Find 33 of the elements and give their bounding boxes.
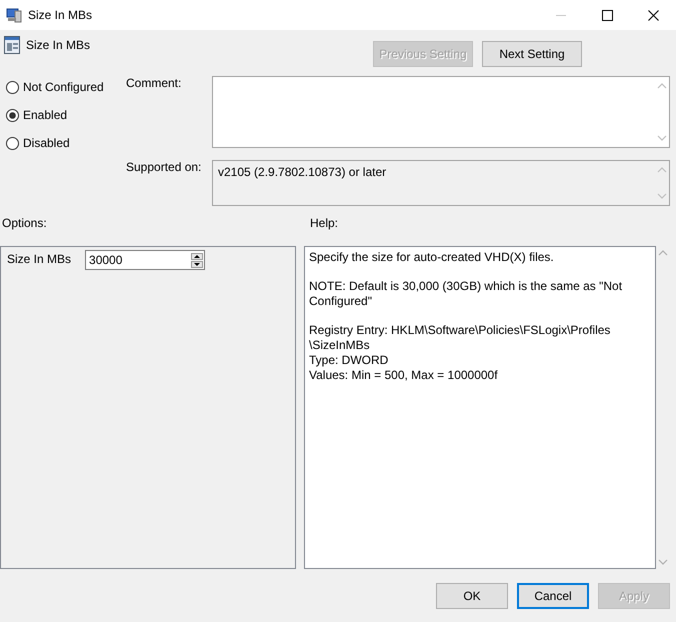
scroll-down-icon <box>658 559 668 565</box>
dialog-button[interactable]: Cancel <box>517 583 589 609</box>
policy-icon <box>4 36 20 54</box>
size-label: Size In MBs <box>7 252 72 266</box>
scroll-up-icon <box>657 83 667 89</box>
supported-on-label: Supported on: <box>126 160 202 176</box>
scroll-up-icon <box>658 250 668 256</box>
window-title: Size In MBs <box>28 8 92 22</box>
supported-on-field: v2105 (2.9.7802.10873) or later <box>212 160 670 206</box>
comment-field[interactable] <box>212 76 670 148</box>
scroll-down-icon <box>657 135 667 141</box>
radio-option[interactable]: Not Configured <box>6 80 104 94</box>
help-text: Values: Min = 500, Max = 1000000f <box>309 368 499 383</box>
help-text: \SizeInMBs <box>309 338 371 353</box>
size-input-field[interactable]: 30000 <box>85 250 206 270</box>
setting-name: Size In MBs <box>26 38 90 52</box>
help-text: Type: DWORD <box>309 353 390 368</box>
help-label: Help: <box>310 216 338 230</box>
help-text: Configured" <box>309 294 373 309</box>
comment-label: Comment: <box>126 76 182 92</box>
help-text: Specify the size for auto-created VHD(X) files. <box>309 250 555 265</box>
scroll-down-icon <box>657 193 667 199</box>
dialog-button[interactable]: OK <box>436 583 508 609</box>
help-text: NOTE: Default is 30,000 (30GB) which is the same as "Not <box>309 279 624 294</box>
options-label: Options: <box>1 216 48 230</box>
help-text: Registry Entry: HKLM\Software\Policies\FSLogix\Profiles <box>309 323 612 338</box>
scroll-up-icon <box>657 167 667 173</box>
spin-up-icon <box>191 253 204 260</box>
computer-icon <box>6 8 22 22</box>
next-setting-button[interactable]: Next Setting <box>482 41 582 67</box>
radio-option[interactable]: Disabled <box>6 136 70 150</box>
spin-down-icon <box>191 261 204 268</box>
radio-option[interactable]: Enabled <box>6 108 68 122</box>
